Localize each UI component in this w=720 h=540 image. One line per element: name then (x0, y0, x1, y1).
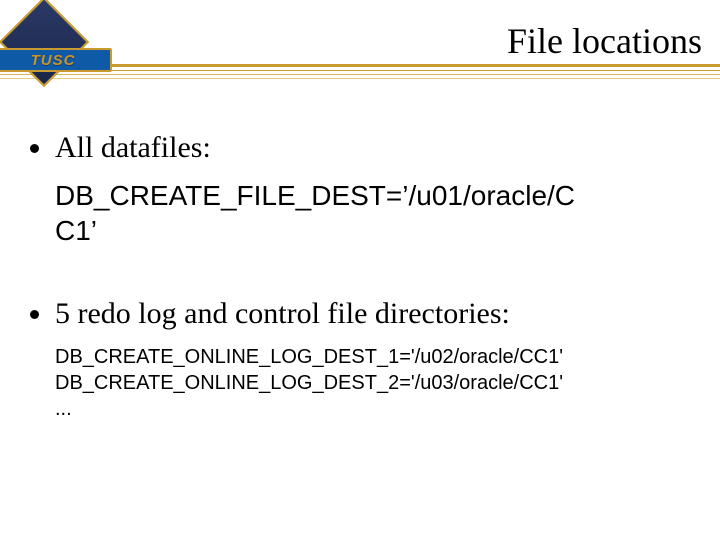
logo-bar: TUSC (0, 48, 112, 72)
bullet-dot-icon (30, 144, 39, 153)
logo: TUSC (0, 8, 134, 98)
bullet-datafiles-lead: All datafiles: (55, 130, 211, 166)
code-log-dest: DB_CREATE_ONLINE_LOG_DEST_1='/u02/oracle… (55, 344, 690, 422)
code-line-2: C1’ (55, 213, 680, 248)
page-title: File locations (507, 20, 702, 62)
code-log-dest-1: DB_CREATE_ONLINE_LOG_DEST_1='/u02/oracle… (55, 344, 690, 370)
bullet-dot-icon (30, 310, 39, 319)
logo-text: TUSC (31, 52, 76, 69)
slide: TUSC File locations All datafiles: DB_CR… (0, 0, 720, 540)
code-line-1: DB_CREATE_FILE_DEST=’/u01/oracle/C (55, 178, 680, 213)
code-log-dest-ellipsis: ... (55, 396, 690, 422)
body: All datafiles: DB_CREATE_FILE_DEST=’/u01… (30, 130, 690, 422)
bullet-datafiles-content: All datafiles: (55, 130, 211, 166)
header: TUSC File locations (0, 0, 720, 90)
code-db-create-file-dest: DB_CREATE_FILE_DEST=’/u01/oracle/C C1’ (55, 178, 680, 248)
logo-diamond (0, 0, 89, 87)
bullet-group-logdest: 5 redo log and control file directories:… (30, 296, 690, 422)
bullet-datafiles: All datafiles: (30, 130, 690, 166)
bullet-logdest: 5 redo log and control file directories: (30, 296, 690, 332)
code-log-dest-2: DB_CREATE_ONLINE_LOG_DEST_2='/u03/oracle… (55, 370, 690, 396)
bullet-logdest-lead: 5 redo log and control file directories: (55, 296, 510, 332)
